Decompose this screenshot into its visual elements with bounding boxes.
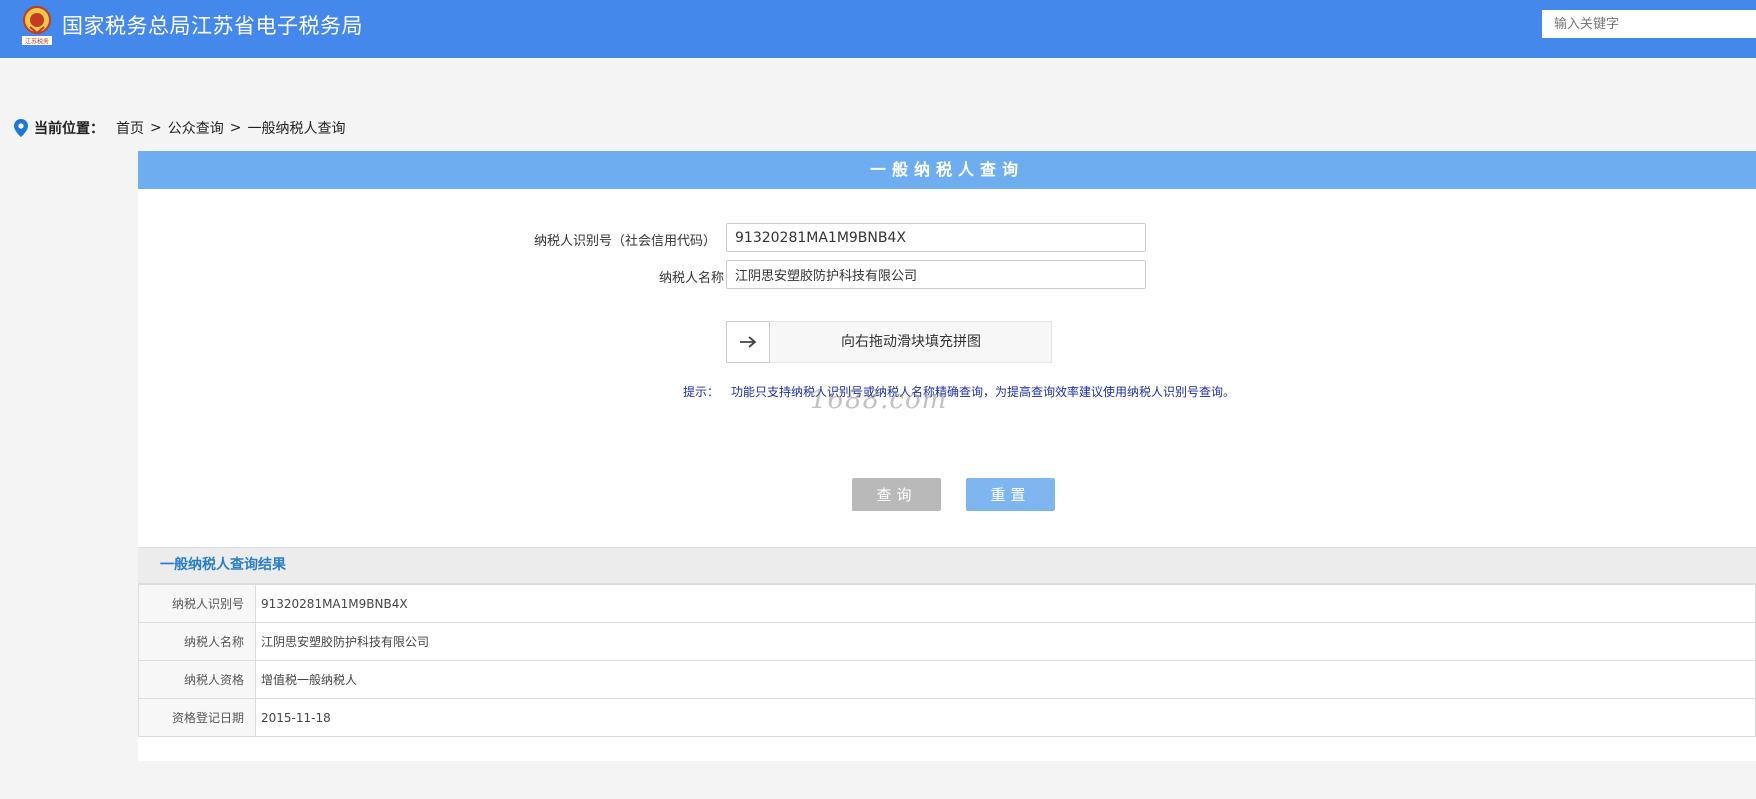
result-value: 91320281MA1M9BNB4X	[255, 584, 1756, 623]
tax-id-input[interactable]	[726, 223, 1146, 252]
reset-button[interactable]: 重置	[966, 478, 1055, 511]
search-input[interactable]	[1542, 10, 1756, 38]
slider-hint: 向右拖动滑块填充拼图	[841, 334, 981, 350]
top-header-bar: 江苏税务 国家税务总局江苏省电子税务局	[0, 0, 1756, 58]
captcha-slider[interactable]: 向右拖动滑块填充拼图	[726, 321, 1052, 363]
table-row: 纳税人资格 增值税一般纳税人	[138, 660, 1756, 699]
result-key: 纳税人识别号	[138, 584, 256, 623]
taxpayer-name-input[interactable]	[726, 260, 1146, 289]
result-table: 纳税人识别号 91320281MA1M9BNB4X 纳税人名称 江阴思安塑胶防护…	[138, 584, 1756, 737]
table-row: 纳税人识别号 91320281MA1M9BNB4X	[138, 584, 1756, 623]
slider-handle[interactable]	[726, 321, 770, 363]
breadcrumb-public-query[interactable]: 公众查询	[168, 118, 224, 138]
breadcrumb-separator: >	[150, 120, 162, 136]
tip-label: 提示：	[683, 385, 720, 399]
logo-text: 江苏税务	[25, 38, 49, 46]
breadcrumb: 当前位置： 首页 > 公众查询 > 一般纳税人查询	[14, 118, 345, 138]
result-key: 资格登记日期	[138, 698, 256, 737]
tip-text: 功能只支持纳税人识别号或纳税人名称精确查询，为提高查询效率建议使用纳税人识别号查…	[731, 385, 1236, 399]
breadcrumb-current: 一般纳税人查询	[247, 121, 346, 137]
query-button[interactable]: 查询	[852, 478, 941, 511]
result-key: 纳税人名称	[138, 622, 256, 661]
tax-id-label: 纳税人识别号（社会信用代码）	[533, 234, 716, 249]
query-tip: 提示： 功能只支持纳税人识别号或纳税人名称精确查询，为提高查询效率建议使用纳税人识…	[683, 383, 1235, 400]
panel-title: 一般纳税人查询	[138, 151, 1756, 189]
result-key: 纳税人资格	[138, 660, 256, 699]
result-value: 江阴思安塑胶防护科技有限公司	[255, 622, 1756, 661]
table-row: 纳税人名称 江阴思安塑胶防护科技有限公司	[138, 622, 1756, 661]
breadcrumb-home[interactable]: 首页	[116, 118, 144, 138]
result-value: 2015-11-18	[255, 698, 1756, 737]
tax-bureau-emblem-icon[interactable]: 江苏税务	[18, 3, 56, 47]
breadcrumb-separator: >	[229, 120, 242, 136]
taxpayer-name-label: 纳税人名称	[658, 271, 724, 286]
watermark: 1688.com	[810, 385, 948, 415]
arrow-right-icon	[740, 336, 757, 348]
result-title: 一般纳税人查询结果	[138, 547, 1756, 584]
breadcrumb-label: 当前位置：	[34, 121, 104, 137]
table-row: 资格登记日期 2015-11-18	[138, 698, 1756, 737]
site-title[interactable]: 国家税务总局江苏省电子税务局	[62, 10, 363, 40]
result-value: 增值税一般纳税人	[255, 660, 1756, 699]
query-panel: 一般纳税人查询 纳税人识别号（社会信用代码） 纳税人名称 向右拖动滑块填充拼图 …	[138, 151, 1756, 761]
location-pin-icon	[14, 119, 28, 137]
